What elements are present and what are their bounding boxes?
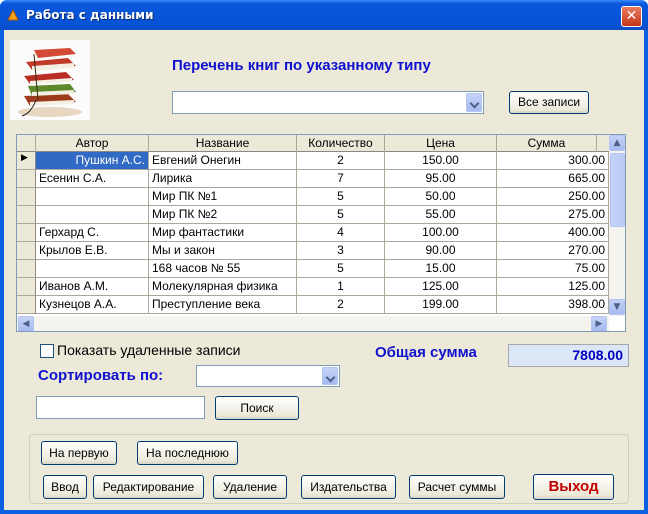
horizontal-scrollbar[interactable]: ◀ ▶: [17, 316, 609, 331]
header-corner: [17, 135, 36, 152]
row-indicator[interactable]: [17, 278, 36, 296]
search-input[interactable]: [36, 396, 205, 419]
cell-qty[interactable]: 7: [297, 170, 385, 188]
scroll-right-icon[interactable]: ▶: [591, 316, 607, 331]
cell-title[interactable]: Мир ПК №1: [149, 188, 297, 206]
edit-button[interactable]: Редактирование: [93, 475, 204, 499]
cell-title[interactable]: Мир фантастики: [149, 224, 297, 242]
cell-qty[interactable]: 2: [297, 152, 385, 170]
total-label: Общая сумма: [375, 344, 477, 361]
cell-author[interactable]: Крылов Е.В.: [36, 242, 149, 260]
show-deleted-label: Показать удаленные записи: [57, 342, 241, 358]
col-qty-header[interactable]: Количество: [297, 135, 385, 152]
scroll-up-icon[interactable]: ▲: [609, 135, 625, 151]
cell-price[interactable]: 100.00: [385, 224, 497, 242]
cell-author[interactable]: Герхард С.: [36, 224, 149, 242]
close-icon: ✕: [625, 8, 638, 24]
cell-qty[interactable]: 5: [297, 188, 385, 206]
col-price-header[interactable]: Цена: [385, 135, 497, 152]
total-value: 7808.00: [508, 344, 629, 367]
window-title: Работа с данными: [26, 8, 154, 22]
scroll-left-icon[interactable]: ◀: [18, 316, 34, 331]
cell-title[interactable]: 168 часов № 55: [149, 260, 297, 278]
cell-author[interactable]: Есенин С.А.: [36, 170, 149, 188]
cell-sum[interactable]: 300.00: [497, 152, 609, 170]
scroll-down-icon[interactable]: ▼: [609, 299, 625, 315]
row-indicator[interactable]: [17, 224, 36, 242]
grid-header: Автор Название Количество Цена Сумма: [17, 135, 609, 152]
col-author-header[interactable]: Автор: [36, 135, 149, 152]
cell-qty[interactable]: 1: [297, 278, 385, 296]
cell-price[interactable]: 55.00: [385, 206, 497, 224]
cell-price[interactable]: 15.00: [385, 260, 497, 278]
row-indicator[interactable]: ▶: [17, 152, 36, 170]
cell-sum[interactable]: 75.00: [497, 260, 609, 278]
books-grid[interactable]: Автор Название Количество Цена Сумма ▶ Пу…: [16, 134, 626, 332]
cell-price[interactable]: 150.00: [385, 152, 497, 170]
row-indicator[interactable]: [17, 188, 36, 206]
cell-qty[interactable]: 5: [297, 206, 385, 224]
cell-title[interactable]: Евгений Онегин: [149, 152, 297, 170]
first-record-button[interactable]: На первую: [41, 441, 117, 465]
show-deleted-checkbox[interactable]: [40, 344, 54, 358]
cell-title[interactable]: Молекулярная физика: [149, 278, 297, 296]
col-sum-header[interactable]: Сумма: [497, 135, 597, 152]
publishers-button[interactable]: Издательства: [301, 475, 396, 499]
last-record-button[interactable]: На последнюю: [137, 441, 238, 465]
cell-author[interactable]: [36, 206, 149, 224]
cell-title[interactable]: Лирика: [149, 170, 297, 188]
row-indicator[interactable]: [17, 170, 36, 188]
cell-sum[interactable]: 125.00: [497, 278, 609, 296]
cell-price[interactable]: 199.00: [385, 296, 497, 314]
search-button[interactable]: Поиск: [215, 396, 299, 420]
type-select[interactable]: [172, 91, 484, 114]
cell-author[interactable]: [36, 188, 149, 206]
cell-author[interactable]: Кузнецов А.А.: [36, 296, 149, 314]
sort-label: Сортировать по:: [38, 367, 164, 384]
close-button[interactable]: ✕: [621, 6, 642, 27]
exit-button[interactable]: Выход: [533, 474, 614, 500]
cell-title[interactable]: Преступление века: [149, 296, 297, 314]
app-icon: [7, 8, 19, 21]
cell-qty[interactable]: 2: [297, 296, 385, 314]
cell-author[interactable]: Пушкин А.С.: [36, 152, 149, 170]
cell-price[interactable]: 125.00: [385, 278, 497, 296]
calc-sum-button[interactable]: Расчет суммы: [409, 475, 505, 499]
input-button[interactable]: Ввод: [43, 475, 87, 499]
cell-qty[interactable]: 3: [297, 242, 385, 260]
cell-title[interactable]: Мы и закон: [149, 242, 297, 260]
cell-sum[interactable]: 270.00: [497, 242, 609, 260]
vertical-scrollbar[interactable]: ▲ ▼: [609, 135, 625, 316]
row-indicator[interactable]: [17, 242, 36, 260]
cell-sum[interactable]: 665.00: [497, 170, 609, 188]
books-icon: [10, 40, 90, 120]
vertical-scroll-thumb[interactable]: [610, 153, 625, 227]
col-title-header[interactable]: Название: [149, 135, 297, 152]
cell-sum[interactable]: 398.00: [497, 296, 609, 314]
chevron-down-icon[interactable]: [322, 367, 338, 385]
current-row-icon: ▶: [21, 153, 28, 163]
delete-button[interactable]: Удаление: [213, 475, 287, 499]
page-title: Перечень книг по указанному типу: [172, 57, 431, 74]
cell-sum[interactable]: 250.00: [497, 188, 609, 206]
cell-qty[interactable]: 5: [297, 260, 385, 278]
row-indicator[interactable]: [17, 296, 36, 314]
cell-price[interactable]: 95.00: [385, 170, 497, 188]
cell-qty[interactable]: 4: [297, 224, 385, 242]
chevron-down-icon[interactable]: [466, 93, 482, 112]
sort-select[interactable]: [196, 365, 340, 387]
cell-price[interactable]: 90.00: [385, 242, 497, 260]
all-records-button[interactable]: Все записи: [509, 91, 589, 114]
title-bar[interactable]: Работа с данными ✕: [0, 0, 648, 30]
cell-sum[interactable]: 275.00: [497, 206, 609, 224]
app-window: Работа с данными ✕ Перечень книг по указ…: [0, 0, 648, 514]
cell-sum[interactable]: 400.00: [497, 224, 609, 242]
cell-author[interactable]: [36, 260, 149, 278]
cell-title[interactable]: Мир ПК №2: [149, 206, 297, 224]
row-indicator[interactable]: [17, 260, 36, 278]
cell-price[interactable]: 50.00: [385, 188, 497, 206]
cell-author[interactable]: Иванов А.М.: [36, 278, 149, 296]
form-client-area: Перечень книг по указанному типу Все зап…: [4, 30, 644, 510]
row-indicator[interactable]: [17, 206, 36, 224]
